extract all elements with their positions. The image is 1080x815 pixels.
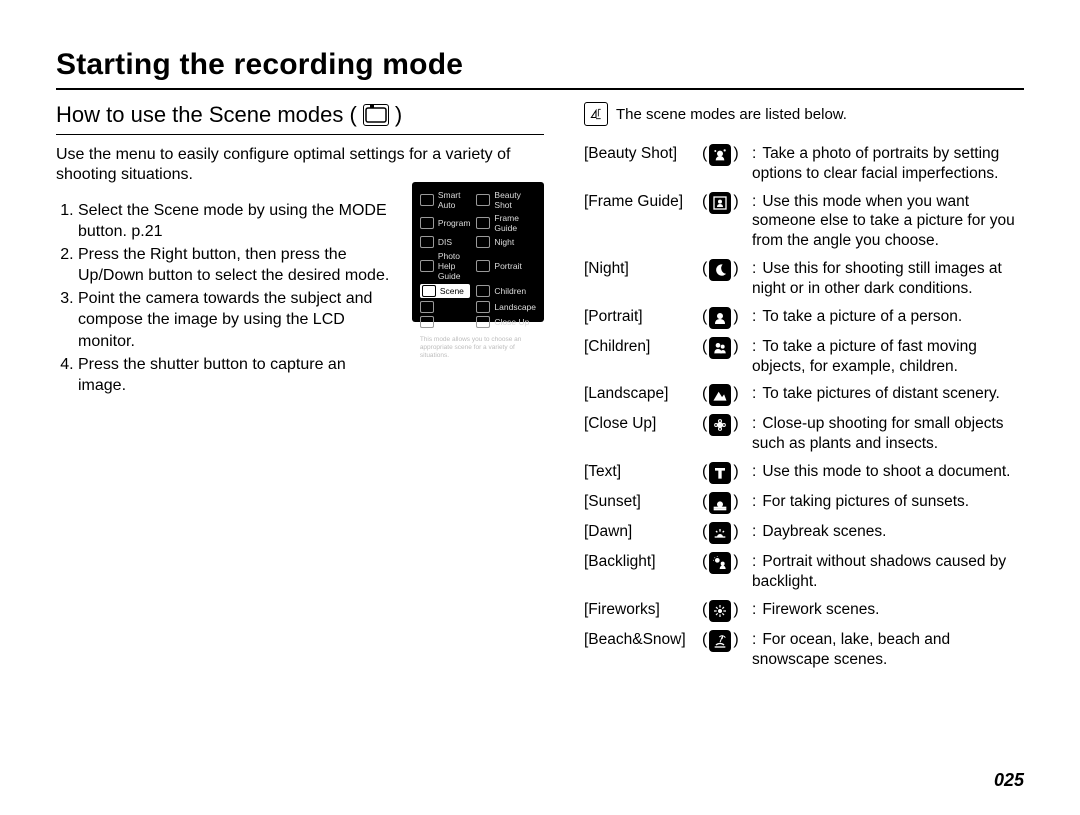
lcd-menu-item bbox=[420, 301, 471, 313]
scene-mode-label: [Close Up] bbox=[584, 414, 702, 434]
lcd-menu-item: Scene bbox=[420, 284, 471, 298]
title-rule bbox=[56, 88, 1024, 90]
step-item: Press the shutter button to capture an i… bbox=[78, 354, 398, 396]
lcd-menu-item: DIS bbox=[420, 236, 471, 248]
scene-mode-icon-wrap: () bbox=[702, 630, 752, 652]
lcd-menu-item: Smart Auto bbox=[420, 190, 471, 210]
note-icon bbox=[584, 102, 608, 126]
page-title: Starting the recording mode bbox=[56, 48, 1024, 82]
scene-mode-desc: :Use this for shooting still images at n… bbox=[752, 259, 1024, 299]
scene-mode-label: [Frame Guide] bbox=[584, 192, 702, 212]
beauty-shot-icon bbox=[709, 144, 731, 166]
scene-mode-icon-wrap: () bbox=[702, 522, 752, 544]
lcd-menu-item: Portrait bbox=[476, 251, 536, 281]
scene-mode-label: [Fireworks] bbox=[584, 600, 702, 620]
scene-mode-icon-wrap: () bbox=[702, 192, 752, 214]
scene-mode-label: [Beach&Snow] bbox=[584, 630, 702, 650]
scene-mode-icon bbox=[363, 104, 389, 126]
scene-mode-row: [Dawn]():Daybreak scenes. bbox=[584, 522, 1024, 544]
fireworks-icon bbox=[709, 600, 731, 622]
text-icon bbox=[709, 462, 731, 484]
scene-mode-row: [Beach&Snow]():For ocean, lake, beach an… bbox=[584, 630, 1024, 670]
close-up-icon bbox=[709, 414, 731, 436]
scene-mode-icon-wrap: () bbox=[702, 462, 752, 484]
lcd-menu-item: Program bbox=[420, 213, 471, 233]
scene-mode-label: [Beauty Shot] bbox=[584, 144, 702, 164]
scene-mode-icon-wrap: () bbox=[702, 307, 752, 329]
subheading-close: ) bbox=[395, 102, 402, 128]
scene-mode-desc: :To take pictures of distant scenery. bbox=[752, 384, 1024, 404]
scene-mode-row: [Landscape]():To take pictures of distan… bbox=[584, 384, 1024, 406]
scene-mode-desc: :Daybreak scenes. bbox=[752, 522, 1024, 542]
lcd-menu-item bbox=[420, 316, 471, 328]
scene-mode-label: [Night] bbox=[584, 259, 702, 279]
scene-mode-row: [Frame Guide]():Use this mode when you w… bbox=[584, 192, 1024, 251]
scene-mode-desc: :For taking pictures of sunsets. bbox=[752, 492, 1024, 512]
children-icon bbox=[709, 337, 731, 359]
step-item: Select the Scene mode by using the MODE … bbox=[78, 200, 398, 242]
lcd-menu-item: Landscape bbox=[476, 301, 536, 313]
scene-mode-label: [Landscape] bbox=[584, 384, 702, 404]
sunset-icon bbox=[709, 492, 731, 514]
scene-mode-row: [Portrait]():To take a picture of a pers… bbox=[584, 307, 1024, 329]
step-item: Press the Right button, then press the U… bbox=[78, 244, 398, 286]
note-text: The scene modes are listed below. bbox=[616, 106, 847, 123]
scene-mode-icon-wrap: () bbox=[702, 259, 752, 281]
scene-mode-icon-wrap: () bbox=[702, 337, 752, 359]
lcd-menu-item: Frame Guide bbox=[476, 213, 536, 233]
scene-mode-desc: :Take a photo of portraits by setting op… bbox=[752, 144, 1024, 184]
page-number: 025 bbox=[994, 770, 1024, 791]
lcd-menu-item: Children bbox=[476, 284, 536, 298]
scene-mode-desc: :Close-up shooting for small objects suc… bbox=[752, 414, 1024, 454]
lcd-preview: Smart AutoBeauty ShotProgramFrame Guide D… bbox=[412, 182, 544, 322]
scene-mode-desc: :Use this mode when you want someone els… bbox=[752, 192, 1024, 251]
lcd-menu-item: Close Up bbox=[476, 316, 536, 328]
scene-mode-label: [Children] bbox=[584, 337, 702, 357]
scene-mode-label: [Sunset] bbox=[584, 492, 702, 512]
intro-text: Use the menu to easily configure optimal… bbox=[56, 145, 544, 186]
scene-mode-icon-wrap: () bbox=[702, 414, 752, 436]
scene-modes-list: [Beauty Shot]():Take a photo of portrait… bbox=[584, 144, 1024, 669]
scene-mode-row: [Backlight]():Portrait without shadows c… bbox=[584, 552, 1024, 592]
steps-list: Select the Scene mode by using the MODE … bbox=[56, 200, 398, 398]
landscape-icon bbox=[709, 384, 731, 406]
dawn-icon bbox=[709, 522, 731, 544]
scene-mode-desc: :To take a picture of a person. bbox=[752, 307, 1024, 327]
frame-guide-icon bbox=[709, 192, 731, 214]
scene-mode-label: [Dawn] bbox=[584, 522, 702, 542]
subheading-text: How to use the Scene modes ( bbox=[56, 102, 357, 128]
scene-mode-icon-wrap: () bbox=[702, 600, 752, 622]
scene-mode-label: [Portrait] bbox=[584, 307, 702, 327]
lcd-menu-item: Photo Help Guide bbox=[420, 251, 471, 281]
scene-mode-desc: :Use this mode to shoot a document. bbox=[752, 462, 1024, 482]
scene-mode-desc: :For ocean, lake, beach and snowscape sc… bbox=[752, 630, 1024, 670]
scene-mode-row: [Sunset]():For taking pictures of sunset… bbox=[584, 492, 1024, 514]
scene-mode-icon-wrap: () bbox=[702, 552, 752, 574]
lcd-description: This mode allows you to choose an approp… bbox=[420, 336, 536, 359]
lcd-menu-item: Beauty Shot bbox=[476, 190, 536, 210]
scene-mode-label: [Backlight] bbox=[584, 552, 702, 572]
lcd-menu-item: Night bbox=[476, 236, 536, 248]
step-item: Point the camera towards the subject and… bbox=[78, 288, 398, 351]
backlight-icon bbox=[709, 552, 731, 574]
scene-mode-label: [Text] bbox=[584, 462, 702, 482]
scene-mode-icon-wrap: () bbox=[702, 492, 752, 514]
scene-mode-row: [Fireworks]():Firework scenes. bbox=[584, 600, 1024, 622]
scene-mode-row: [Night]():Use this for shooting still im… bbox=[584, 259, 1024, 299]
scene-mode-desc: :Portrait without shadows caused by back… bbox=[752, 552, 1024, 592]
scene-mode-row: [Beauty Shot]():Take a photo of portrait… bbox=[584, 144, 1024, 184]
scene-mode-row: [Text]():Use this mode to shoot a docume… bbox=[584, 462, 1024, 484]
night-icon bbox=[709, 259, 731, 281]
beach-snow-icon bbox=[709, 630, 731, 652]
portrait-icon bbox=[709, 307, 731, 329]
section-subheading: How to use the Scene modes ( ) bbox=[56, 102, 544, 135]
scene-mode-desc: :Firework scenes. bbox=[752, 600, 1024, 620]
scene-mode-icon-wrap: () bbox=[702, 144, 752, 166]
scene-mode-icon-wrap: () bbox=[702, 384, 752, 406]
scene-mode-row: [Close Up]():Close-up shooting for small… bbox=[584, 414, 1024, 454]
scene-mode-desc: :To take a picture of fast moving object… bbox=[752, 337, 1024, 377]
scene-mode-row: [Children]():To take a picture of fast m… bbox=[584, 337, 1024, 377]
